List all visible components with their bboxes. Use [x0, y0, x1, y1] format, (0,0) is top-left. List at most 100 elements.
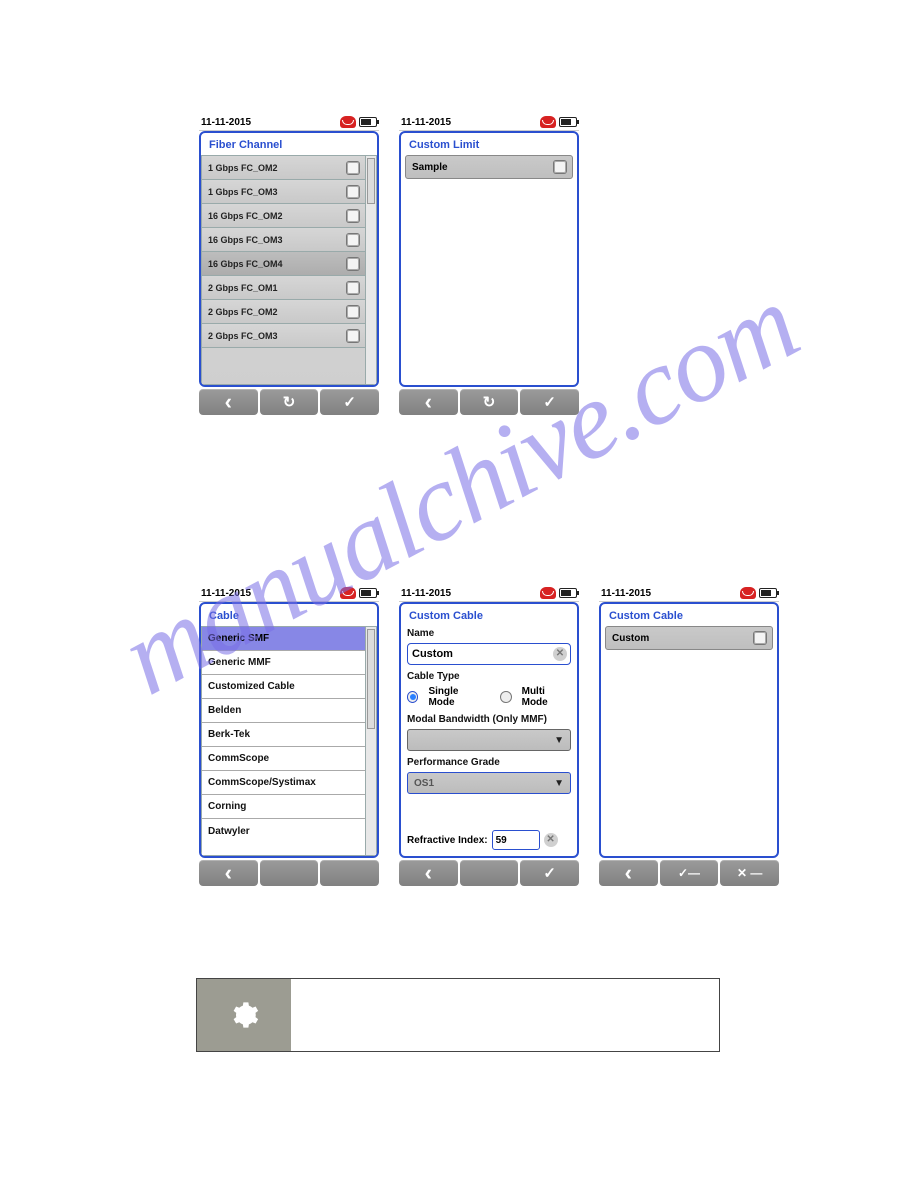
modal-bandwidth-select[interactable]: ▼ — [407, 729, 571, 751]
status-date: 11-11-2015 — [201, 588, 251, 599]
list-item[interactable]: Datwyler — [202, 819, 365, 843]
battery-icon — [759, 588, 777, 598]
checkbox[interactable] — [347, 258, 359, 270]
list-item[interactable]: 16 Gbps FC_OM3 — [202, 228, 365, 252]
scrollbar[interactable] — [365, 155, 377, 385]
check-icon: ✓ — [343, 393, 356, 411]
panel-title: Custom Cable — [401, 604, 577, 626]
refresh-button[interactable]: ↻ — [260, 389, 319, 415]
refresh-button[interactable]: ↻ — [460, 389, 519, 415]
list-item[interactable]: Belden — [202, 699, 365, 723]
refractive-index-input[interactable]: 59 — [492, 830, 540, 850]
phone-icon — [540, 116, 556, 128]
clear-icon[interactable]: ✕ — [544, 833, 558, 847]
delete-icon: ✕ — — [737, 866, 762, 880]
edit-button[interactable]: ✓— — [660, 860, 719, 886]
battery-icon — [359, 117, 377, 127]
list-item[interactable]: 1 Gbps FC_OM3 — [202, 180, 365, 204]
list-item[interactable]: 1 Gbps FC_OM2 — [202, 156, 365, 180]
list-item[interactable]: Generic SMF — [202, 627, 365, 651]
confirm-button[interactable]: ✓ — [520, 860, 579, 886]
list-item[interactable]: 16 Gbps FC_OM2 — [202, 204, 365, 228]
performance-grade-label: Performance Grade — [407, 757, 571, 768]
checkbox[interactable] — [754, 632, 766, 644]
status-bar: 11-11-2015 — [199, 115, 379, 131]
list-item[interactable]: 2 Gbps FC_OM3 — [202, 324, 365, 348]
radio-multi-mode[interactable] — [500, 691, 511, 703]
checkbox[interactable] — [347, 330, 359, 342]
status-bar: 11-11-2015 — [599, 586, 779, 602]
list-item[interactable]: Generic MMF — [202, 651, 365, 675]
check-icon: ✓ — [543, 393, 556, 411]
back-button[interactable]: ‹ — [199, 860, 258, 886]
status-bar: 11-11-2015 — [199, 586, 379, 602]
back-button[interactable]: ‹ — [399, 860, 458, 886]
list-item[interactable]: 16 Gbps FC_OM4 — [202, 252, 365, 276]
device-fiber-channel: 11-11-2015 Fiber Channel 1 Gbps FC_OM2 1… — [199, 115, 379, 415]
chevron-left-icon: ‹ — [425, 860, 432, 886]
list-item[interactable]: CommScope/Systimax — [202, 771, 365, 795]
phone-icon — [340, 587, 356, 599]
performance-grade-select[interactable]: OS1▼ — [407, 772, 571, 794]
scrollbar[interactable] — [365, 626, 377, 856]
modal-bandwidth-label: Modal Bandwidth (Only MMF) — [407, 714, 571, 725]
chevron-left-icon: ‹ — [425, 389, 432, 415]
cable-type-label: Cable Type — [407, 671, 571, 682]
list-item[interactable]: 2 Gbps FC_OM1 — [202, 276, 365, 300]
device-custom-cable-list: 11-11-2015 Custom Cable Custom ‹ ✓— — [599, 586, 779, 886]
blank-button[interactable] — [460, 860, 519, 886]
back-button[interactable]: ‹ — [599, 860, 658, 886]
checkbox[interactable] — [347, 306, 359, 318]
status-date: 11-11-2015 — [401, 588, 451, 599]
checkbox[interactable] — [347, 234, 359, 246]
blank-button[interactable] — [260, 860, 319, 886]
refresh-icon: ↻ — [483, 393, 496, 411]
scroll-thumb[interactable] — [367, 629, 375, 729]
radio-single-mode[interactable] — [407, 691, 418, 703]
checkbox[interactable] — [554, 161, 566, 173]
confirm-button[interactable]: ✓ — [520, 389, 579, 415]
list-item[interactable]: Sample — [405, 155, 573, 179]
list-item[interactable]: Berk-Tek — [202, 723, 365, 747]
list-item[interactable]: Custom — [605, 626, 773, 650]
checkbox[interactable] — [347, 162, 359, 174]
back-button[interactable]: ‹ — [399, 389, 458, 415]
edit-icon: ✓— — [678, 866, 700, 880]
name-label: Name — [407, 628, 571, 639]
checkbox[interactable] — [347, 186, 359, 198]
list-item[interactable]: 2 Gbps FC_OM2 — [202, 300, 365, 324]
battery-icon — [359, 588, 377, 598]
panel-title: Fiber Channel — [201, 133, 377, 155]
scroll-thumb[interactable] — [367, 158, 375, 204]
caret-down-icon: ▼ — [554, 778, 564, 789]
phone-icon — [740, 587, 756, 599]
phone-icon — [340, 116, 356, 128]
caret-down-icon: ▼ — [554, 735, 564, 746]
clear-icon[interactable]: ✕ — [553, 647, 567, 661]
status-date: 11-11-2015 — [601, 588, 651, 599]
chevron-left-icon: ‹ — [625, 860, 632, 886]
list-item[interactable]: CommScope — [202, 747, 365, 771]
delete-button[interactable]: ✕ — — [720, 860, 779, 886]
chevron-left-icon: ‹ — [225, 389, 232, 415]
gear-icon — [197, 979, 291, 1051]
confirm-button[interactable]: ✓ — [320, 389, 379, 415]
name-input[interactable]: Custom ✕ — [407, 643, 571, 665]
panel-title: Custom Limit — [401, 133, 577, 155]
refresh-icon: ↻ — [283, 393, 296, 411]
panel-title: Cable — [201, 604, 377, 626]
blank-button[interactable] — [320, 860, 379, 886]
checkbox[interactable] — [347, 282, 359, 294]
battery-icon — [559, 117, 577, 127]
device-custom-limit: 11-11-2015 Custom Limit Sample ‹ ↻ — [399, 115, 579, 415]
list-item[interactable]: Customized Cable — [202, 675, 365, 699]
status-bar: 11-11-2015 — [399, 586, 579, 602]
device-custom-cable-form: 11-11-2015 Custom Cable Name Custom ✕ Ca… — [399, 586, 579, 886]
checkbox[interactable] — [347, 210, 359, 222]
list-item[interactable]: Corning — [202, 795, 365, 819]
phone-icon — [540, 587, 556, 599]
settings-callout — [196, 978, 720, 1052]
status-date: 11-11-2015 — [201, 117, 251, 128]
chevron-left-icon: ‹ — [225, 860, 232, 886]
back-button[interactable]: ‹ — [199, 389, 258, 415]
